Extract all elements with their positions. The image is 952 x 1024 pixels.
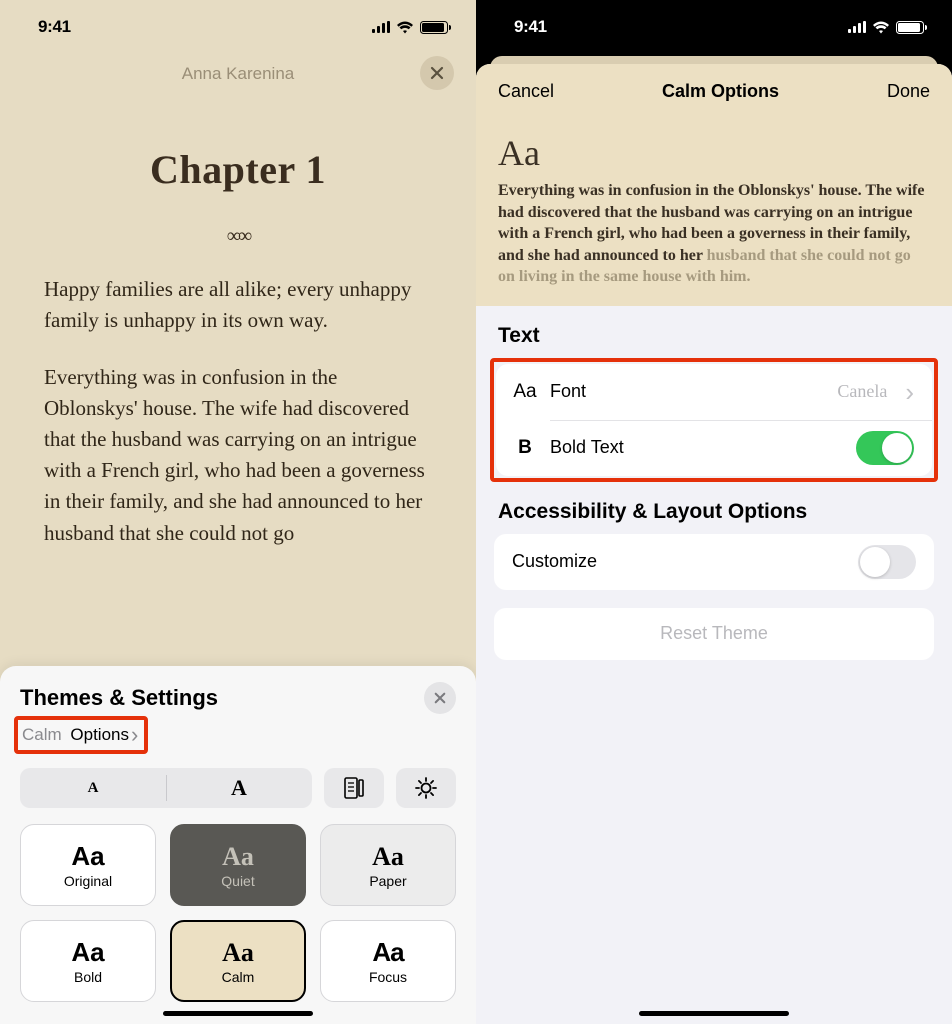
highlight-box: Calm Options› [14,716,148,754]
preview-text: Everything was in confusion in the Oblon… [498,180,930,288]
chevron-right-icon: › [131,722,138,748]
font-row-value: Canela [837,381,887,402]
signal-bars-icon [372,21,390,33]
paragraph: Everything was in confusion in the Oblon… [44,362,432,548]
accessibility-group: Customize [494,534,934,590]
font-row-label: Font [550,381,586,402]
current-theme-name: Calm [22,725,62,745]
text-size-larger[interactable]: A [166,775,312,801]
options-sheet: Cancel Calm Options Done Aa Everything w… [476,64,952,1024]
sheet-title: Themes & Settings [20,685,218,711]
preview-aa: Aa [498,132,930,174]
status-icons [848,21,924,34]
customize-row: Customize [494,534,934,590]
section-text-label: Text [476,306,952,358]
reader-content[interactable]: Chapter 1 ∞∞ Happy families are all alik… [0,94,476,549]
text-size-control[interactable]: A A [20,768,312,808]
nav-title: Calm Options [662,81,779,102]
themes-sheet: Themes & Settings Calm Options› A A AaOr… [0,666,476,1024]
theme-options-link[interactable]: Calm Options› [22,722,138,748]
font-row[interactable]: Aa Font Canela › [496,364,932,420]
brightness-button[interactable] [396,768,456,808]
status-time: 9:41 [38,17,71,37]
preview-area: Aa Everything was in confusion in the Ob… [476,118,952,306]
status-icons [372,21,448,34]
status-time: 9:41 [514,17,547,37]
text-size-smaller[interactable]: A [20,780,166,797]
battery-icon [896,21,924,34]
theme-focus[interactable]: AaFocus [320,920,456,1002]
theme-original[interactable]: AaOriginal [20,824,156,906]
sheet-close-button[interactable] [424,682,456,714]
bold-row-label: Bold Text [550,437,624,458]
close-icon [430,66,444,80]
wifi-icon [396,21,414,34]
theme-calm[interactable]: AaCalm [170,920,306,1002]
wifi-icon [872,21,890,34]
signal-bars-icon [848,21,866,33]
book-header: Anna Karenina [0,54,476,94]
home-indicator[interactable] [163,1011,313,1016]
font-aa-icon: Aa [514,381,536,403]
controls-row: A A [20,768,456,808]
chapter-title: Chapter 1 [44,146,432,193]
text-settings-group: Aa Font Canela › B Bold Text [496,364,932,476]
highlight-box: Aa Font Canela › B Bold Text [490,358,938,482]
customize-row-label: Customize [512,551,597,572]
section-accessibility-label: Accessibility & Layout Options [476,482,952,534]
home-indicator[interactable] [639,1011,789,1016]
chevron-right-icon: › [905,379,914,405]
brightness-icon [414,776,438,800]
theme-bold[interactable]: AaBold [20,920,156,1002]
theme-quiet[interactable]: AaQuiet [170,824,306,906]
scroll-mode-button[interactable] [324,768,384,808]
battery-icon [420,21,448,34]
ornament-divider-icon: ∞∞ [44,225,432,248]
phone-right: 9:41 Cancel Calm Options Done Aa Everyth… [476,0,952,1024]
nav-bar: Cancel Calm Options Done [476,64,952,118]
status-bar: 9:41 [476,0,952,54]
reset-theme-button[interactable]: Reset Theme [494,608,934,660]
bold-text-row: B Bold Text [496,420,932,476]
theme-grid: AaOriginal AaQuiet AaPaper AaBold AaCalm… [20,824,456,1002]
customize-toggle[interactable] [858,545,916,579]
close-button[interactable] [420,56,454,90]
close-icon [434,692,446,704]
paragraph: Happy families are all alike; every unha… [44,274,432,336]
bold-b-icon: B [514,437,536,459]
theme-paper[interactable]: AaPaper [320,824,456,906]
phone-left: 9:41 Anna Karenina Chapter 1 ∞∞ Happy fa… [0,0,476,1024]
cancel-button[interactable]: Cancel [498,81,554,102]
page-scroll-icon [344,777,364,799]
options-word: Options [70,725,129,745]
bold-text-toggle[interactable] [856,431,914,465]
done-button[interactable]: Done [887,81,930,102]
book-title: Anna Karenina [182,64,294,84]
status-bar: 9:41 [0,0,476,54]
